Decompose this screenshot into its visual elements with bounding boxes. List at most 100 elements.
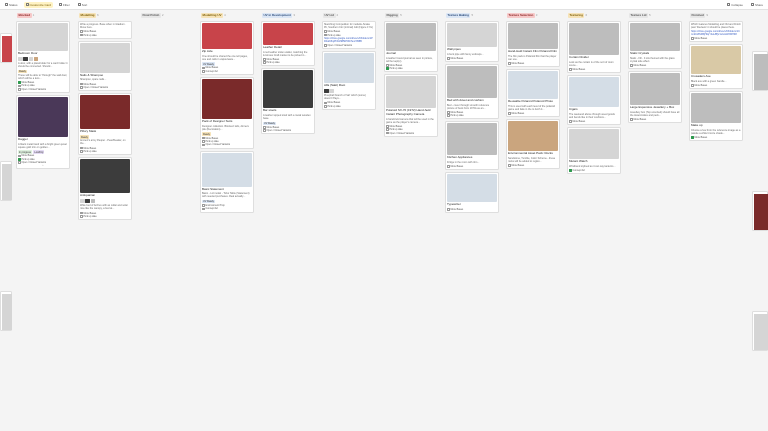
partial-card[interactable] xyxy=(0,291,12,331)
card-journal[interactable]: Journal A leather bound journal as seen … xyxy=(384,21,438,73)
checkbox-icon[interactable] xyxy=(80,215,83,218)
checklist-item[interactable]: Concept Art xyxy=(569,169,619,172)
checkbox-icon[interactable] xyxy=(447,208,450,211)
card-bed-duvet[interactable]: Bed with duvet and cushion Bed - cover t… xyxy=(445,63,499,120)
card-jewellery-box[interactable]: Large Expensive Jewellery + Box Jeweller… xyxy=(628,70,682,123)
card-wall-pipes[interactable]: Wall pipes A bent pipe with fancy endcap… xyxy=(445,21,499,62)
checklist-item[interactable]: Open / Closed Variants xyxy=(202,143,252,146)
checklist-item[interactable]: More Bases xyxy=(447,208,497,211)
checklist-item[interactable]: Open / Closed Variants xyxy=(386,131,436,135)
column-tag[interactable]: Texture Baking xyxy=(446,12,471,18)
card-leather-detail[interactable]: Leather Detail A red leather stolen wall… xyxy=(261,21,315,67)
card-polaroid-camera[interactable]: Polaroid SX-70 (1972) Hand-held Instant … xyxy=(384,74,438,137)
checklist-item[interactable]: More Bases xyxy=(691,37,741,40)
checkbox-icon[interactable] xyxy=(202,143,205,147)
card-sketching-competition[interactable]: Sketching Competition for modelle-Snake … xyxy=(322,21,376,50)
card-basic-statement[interactable]: Basic Statement Basic - Lid model - Tick… xyxy=(200,150,254,213)
checkbox-icon[interactable] xyxy=(202,207,205,211)
checklist-item[interactable]: Concept Art xyxy=(202,207,252,210)
checkbox-icon[interactable] xyxy=(80,82,83,86)
checkbox-icon[interactable] xyxy=(202,204,205,207)
checkbox-icon[interactable] xyxy=(386,128,389,131)
checklist-item[interactable]: More Bases xyxy=(447,57,497,60)
checkbox-icon[interactable] xyxy=(508,164,511,167)
checklist-item[interactable]: More Bases xyxy=(569,68,619,71)
checkbox-icon[interactable] xyxy=(202,136,205,140)
checklist-item[interactable]: More Bases xyxy=(508,112,558,115)
collapse-button[interactable]: Collapse xyxy=(725,2,745,8)
column-tag[interactable]: Rigging xyxy=(385,12,400,18)
checklist-item[interactable]: Open / Closed Variants xyxy=(80,86,130,89)
checkbox-icon[interactable] xyxy=(324,44,327,47)
checkbox-icon[interactable] xyxy=(80,33,83,37)
checkbox-icon[interactable] xyxy=(80,86,83,89)
drive-link[interactable]: https://drive.google.com/drive/u/0/folde… xyxy=(324,37,374,43)
checkbox-icon[interactable] xyxy=(202,140,205,143)
card-crusaders-axe[interactable]: Crusaders Axe Black axe with a green han… xyxy=(689,44,743,90)
customize-card-button[interactable]: Customize Card xyxy=(23,1,54,8)
partial-card[interactable] xyxy=(752,311,768,351)
checkbox-icon[interactable] xyxy=(80,150,83,153)
card-rocks[interactable]: Environmental Asset Pack: Rocks Sandston… xyxy=(506,118,560,169)
card-mutant-watch[interactable]: Mutant Watch Wristband stylised as it ca… xyxy=(567,126,621,174)
checkbox-icon[interactable] xyxy=(202,66,205,70)
checklist-item[interactable]: More Bases xyxy=(691,136,741,139)
card-polaroid-film[interactable]: Hand-Held Instant Film Polaroid Film The… xyxy=(506,21,560,67)
checklist-item[interactable]: Open / Closed Variants xyxy=(18,88,68,91)
column-tag[interactable]: Final Polish xyxy=(141,12,161,18)
checkbox-icon[interactable] xyxy=(263,129,266,132)
checkbox-icon[interactable] xyxy=(386,64,389,67)
card-alfa-root[interactable]: Alfa (Sakt) Root Pinephall branch of 'ta… xyxy=(322,51,376,111)
checkbox-icon[interactable] xyxy=(386,131,389,135)
checkbox-icon[interactable] xyxy=(80,146,83,150)
checkbox-icon[interactable] xyxy=(691,136,694,139)
checkbox-icon[interactable] xyxy=(18,81,21,84)
checklist-item[interactable]: Open / Closed Variants xyxy=(263,129,313,132)
checklist-item[interactable]: Open / Closed Variants xyxy=(324,44,374,47)
checkbox-icon[interactable] xyxy=(386,67,389,70)
card-kitchen-appliances[interactable]: Kitchen Appliances Fridge in the room wi… xyxy=(445,121,499,171)
column-tag[interactable]: Texture Selection xyxy=(507,12,535,18)
card-typewriter[interactable]: Typewriter More Bases xyxy=(445,172,499,214)
filter-button[interactable]: Filter xyxy=(57,2,72,8)
column-tag[interactable]: UV in Development xyxy=(262,12,293,18)
checklist-item[interactable]: Pick up date xyxy=(80,215,130,218)
card-polaroid-photo[interactable]: Reusable Polaroid Polaroid Photo This is… xyxy=(506,68,560,117)
status-button[interactable]: Status xyxy=(3,2,20,8)
checklist-item[interactable]: More Bases xyxy=(691,84,741,87)
column-tag[interactable]: Modelling xyxy=(79,12,96,18)
checkbox-icon[interactable] xyxy=(324,30,327,33)
checklist-item[interactable]: More Bases xyxy=(508,62,558,65)
partial-card[interactable] xyxy=(752,51,768,91)
add-card-icon[interactable]: + xyxy=(18,164,68,167)
column-tag[interactable]: Texture Lid xyxy=(629,12,648,18)
column-tag[interactable]: Blocked xyxy=(17,12,32,18)
checkbox-icon[interactable] xyxy=(18,158,21,161)
checklist-item[interactable]: More Bases xyxy=(447,165,497,168)
checklist-item[interactable]: Pick up date xyxy=(324,105,374,108)
checkbox-icon[interactable] xyxy=(447,111,450,114)
drive-link[interactable]: https://drive.google.com/drive/u/0/folde… xyxy=(691,30,741,36)
checklist-item[interactable]: More Bases xyxy=(508,164,558,167)
checkbox-icon[interactable] xyxy=(569,68,572,71)
checklist-item[interactable]: Pick up date xyxy=(386,67,436,70)
column-tag[interactable]: Finished xyxy=(690,12,706,18)
checkbox-icon[interactable] xyxy=(202,70,205,73)
card-dagger[interactable]: Dagger A black metal band with a bright … xyxy=(16,94,70,170)
checkbox-icon[interactable] xyxy=(18,161,21,164)
checkbox-icon[interactable] xyxy=(447,57,450,60)
checkbox-icon[interactable] xyxy=(447,165,450,168)
card-curtain-divider[interactable]: Curtain Divider Look as the curtain is o… xyxy=(567,21,621,73)
column-tag[interactable]: Texturing xyxy=(568,12,585,18)
partial-card[interactable] xyxy=(752,191,768,231)
column-tag[interactable]: UV Lid xyxy=(323,12,336,18)
column-tag[interactable]: Modelling UV xyxy=(201,12,223,18)
checkbox-icon[interactable] xyxy=(263,58,266,61)
checkbox-icon[interactable] xyxy=(508,62,511,65)
card-bar-stools[interactable]: Bar stools A leather topped stool with a… xyxy=(261,68,315,135)
checklist-item[interactable]: More Bases xyxy=(630,118,680,121)
checkbox-icon[interactable] xyxy=(263,61,266,64)
checklist-item[interactable]: Pick up date xyxy=(80,150,130,153)
card-note[interactable]: Write a progress. Base when in Gladium. … xyxy=(78,21,132,39)
card-pillory-mask[interactable]: Pillory Mask Ready Ancient's army Pauper… xyxy=(78,93,132,156)
